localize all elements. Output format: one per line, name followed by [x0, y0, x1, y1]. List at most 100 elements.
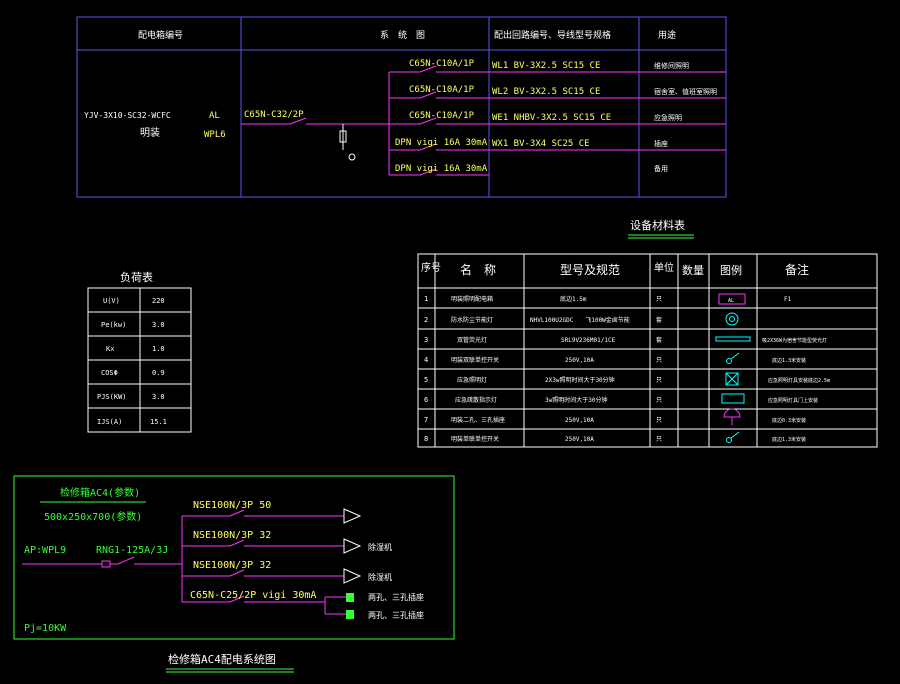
header-circuit: 配出回路编号、导线型号规格	[494, 29, 611, 41]
branch-breaker: DPN vigi 16A 30mA	[395, 164, 488, 174]
cad-drawing: 配电箱编号 系 统 图 配出回路编号、导线型号规格 用途 YJV-3X10-SC…	[13, 16, 878, 673]
svg-text:底边0.3米安装: 底边0.3米安装	[772, 417, 806, 424]
branch-usage: 插座	[654, 139, 668, 148]
branch-circuit: WL2 BV-3X2.5 SC15 CE	[492, 87, 600, 97]
ac4-socket-label: 两孔、三孔插座	[368, 592, 424, 602]
load-value: 0.9	[152, 369, 165, 377]
load-table: 负荷表 U(V) 220 Pe(kw) 3.0 Kx 1.0 COSΦ 0.9 …	[87, 270, 192, 433]
svg-text:明装照明配电箱: 明装照明配电箱	[451, 295, 493, 303]
socket-outlet-icon	[346, 593, 354, 602]
col-header-no: 序号	[421, 261, 441, 274]
table-row: 8 明装单联单控开关 250V,10A 只 底边1.3米安装	[424, 431, 806, 443]
svg-text:2: 2	[424, 316, 428, 324]
svg-text:3w照明时间大于30分钟: 3w照明时间大于30分钟	[545, 396, 607, 404]
branch-breaker: C65N-C10A/1P	[409, 59, 475, 69]
svg-text:底边1.5m: 底边1.5m	[560, 295, 587, 303]
equip-table-title: 设备材料表	[630, 218, 685, 232]
ac4-box-size: 500x250x700(参数)	[44, 510, 142, 523]
ac4-branch-breaker: C65N-C25/2P vigi 30mA	[190, 590, 316, 601]
lamp-icon	[725, 312, 739, 326]
ac4-box-title: 检修箱AC4(参数)	[60, 486, 140, 499]
branch-circuit: WL1 BV-3X2.5 SC15 CE	[492, 61, 600, 71]
svg-text:只: 只	[656, 357, 662, 364]
table-row: 6 应急疏散指示灯 3w照明时间大于30分钟 只 应急照明灯具门上安装	[424, 393, 818, 404]
table-row: 4 明装双联单控开关 250V,10A 只 底边1.3米安装	[424, 352, 806, 364]
branch-breaker: C65N-C10A/1P	[409, 111, 475, 121]
ac4-main-switch-symbol	[117, 556, 135, 565]
branch-breaker: C65N-C10A/1P	[409, 85, 475, 95]
table-row: 2 防水防尘节能灯 NHVL100U2GDC 飞100W金卤节能 套	[424, 312, 739, 326]
svg-text:明装二孔、三孔插座: 明装二孔、三孔插座	[451, 416, 505, 424]
load-key: Kx	[106, 345, 114, 353]
load-value: 3.0	[152, 321, 165, 329]
svg-text:套: 套	[656, 336, 662, 344]
table-row: 5 应急照明灯 2X3w照明时间大于30分钟 只 应急照明灯具安装底边2.5m	[424, 372, 830, 386]
svg-text:应急照明灯: 应急照明灯	[457, 376, 487, 384]
svg-text:底边1.3米安装: 底边1.3米安装	[772, 436, 806, 443]
svg-text:应急疏散指示灯: 应急疏散指示灯	[455, 396, 497, 404]
fuse-icon	[101, 560, 111, 568]
col-header-qty: 数量	[682, 264, 704, 277]
svg-text:1: 1	[424, 295, 428, 303]
svg-text:只: 只	[656, 397, 662, 404]
ac4-branch-load: 除湿机	[368, 572, 392, 582]
svg-text:应急照明灯具安装底边2.5m: 应急照明灯具安装底边2.5m	[768, 377, 830, 384]
svg-text:SRL9V236M01/1CE: SRL9V236M01/1CE	[561, 337, 616, 344]
incoming-cable: YJV-3X10-SC32-WCFC	[84, 111, 171, 120]
svg-text:AL: AL	[728, 298, 734, 304]
svg-text:只: 只	[656, 296, 662, 303]
box-id: AL	[209, 111, 220, 121]
equipment-table: 设备材料表 序号 名 称 型号及规范 单位 数量 图例 备注 1 明装照明配电箱…	[417, 218, 878, 448]
mount-type: 明装	[140, 126, 160, 139]
load-key: Pe(kw)	[101, 321, 126, 329]
svg-text:2X3w照明时间大于30分钟: 2X3w照明时间大于30分钟	[545, 376, 615, 384]
col-header-note: 备注	[785, 262, 809, 277]
svg-text:3: 3	[424, 336, 428, 344]
svg-text:4: 4	[424, 356, 428, 364]
load-table-title: 负荷表	[120, 270, 153, 284]
socket-icon	[723, 408, 741, 418]
branch-usage: 应急照明	[654, 113, 682, 122]
load-value: 1.0	[152, 345, 165, 353]
load-value: 220	[152, 297, 165, 305]
ac4-branch-load: 除湿机	[368, 542, 392, 552]
main-breaker-label: C65N-C32/2P	[244, 110, 304, 120]
svg-text:250V,10A: 250V,10A	[565, 417, 594, 424]
svg-text:只: 只	[656, 417, 662, 424]
branch-circuit: WX1 BV-3X4 SC25 CE	[492, 139, 590, 149]
svg-text:只: 只	[656, 436, 662, 443]
table-row: 1 明装照明配电箱 底边1.5m 只 AL F1	[424, 293, 792, 305]
fluorescent-lamp-icon	[715, 336, 751, 342]
svg-text:8: 8	[424, 435, 428, 443]
branch-breaker: DPN vigi 16A 30mA	[395, 138, 488, 148]
svg-text:吸2X36W为宿舍节能型荧光灯: 吸2X36W为宿舍节能型荧光灯	[762, 337, 827, 344]
branch-usage: 维修间照明	[654, 61, 689, 70]
bottom-panel: 检修箱AC4(参数) 500x250x700(参数) AP:WPL9 RNG1-…	[13, 475, 455, 640]
svg-text:明装单联单控开关: 明装单联单控开关	[451, 435, 499, 443]
table-row: 3 双管荧光灯 SRL9V236M01/1CE 套 吸2X36W为宿舍节能型荧光…	[424, 336, 827, 344]
load-value: 15.1	[150, 418, 167, 426]
branch-usage: 备用	[654, 164, 668, 173]
load-key: IJS(A)	[97, 418, 122, 426]
svg-text:防水防尘节能灯: 防水防尘节能灯	[451, 316, 493, 324]
socket-outlet-icon	[346, 610, 354, 619]
svg-text:250V,10A: 250V,10A	[565, 357, 594, 364]
exit-sign-icon	[721, 393, 745, 404]
svg-text:6: 6	[424, 396, 428, 404]
header-panel-no: 配电箱编号	[138, 29, 183, 41]
branch-circuit: WE1 NHBV-3X2.5 SC15 CE	[492, 113, 611, 123]
svg-text:只: 只	[656, 377, 662, 384]
load-key: PJS(KW)	[97, 393, 127, 401]
ac4-branch-breaker: NSE100N/3P 32	[193, 530, 271, 541]
ac4-power: Pj=10KW	[24, 623, 67, 634]
ac4-branch-breaker: NSE100N/3P 32	[193, 560, 271, 571]
switch-icon	[726, 437, 732, 443]
ac4-socket-label: 两孔、三孔插座	[368, 610, 424, 620]
switch-icon	[726, 358, 732, 364]
top-panel: 配电箱编号 系 统 图 配出回路编号、导线型号规格 用途 YJV-3X10-SC…	[76, 16, 727, 198]
table-row: 7 明装二孔、三孔插座 250V,10A 只 底边0.3米安装	[424, 408, 806, 425]
col-header-model: 型号及规范	[560, 262, 620, 277]
col-header-name: 名 称	[460, 262, 496, 277]
svg-text:底边1.3米安装: 底边1.3米安装	[772, 357, 806, 364]
svg-text:250V,10A: 250V,10A	[565, 436, 594, 443]
